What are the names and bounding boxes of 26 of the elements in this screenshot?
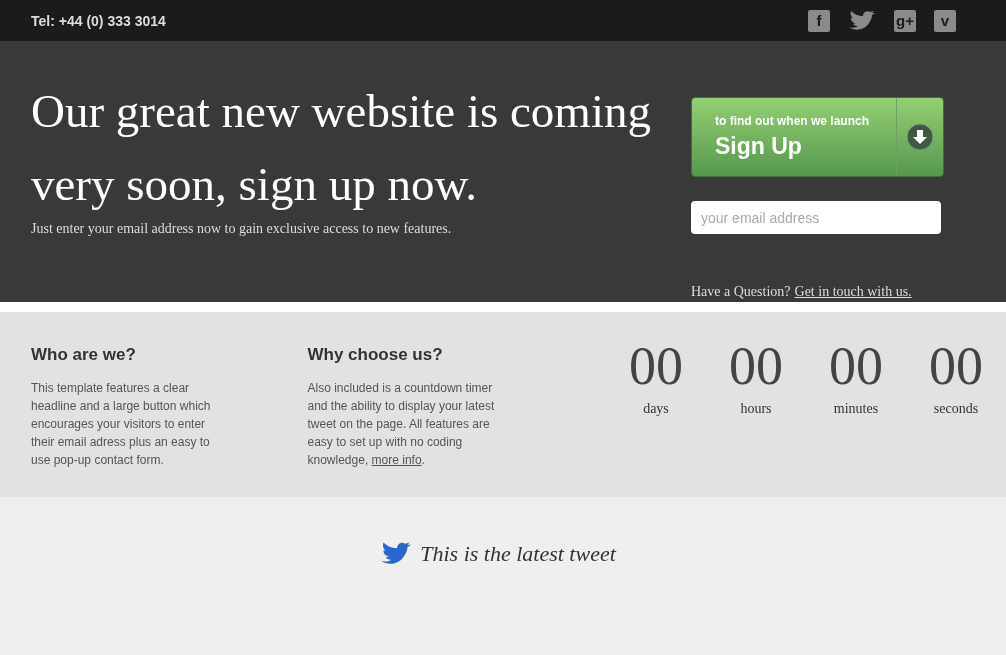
countdown-value: 00: [729, 335, 783, 397]
bird-icon[interactable]: [848, 9, 876, 32]
countdown-value: 00: [829, 335, 883, 397]
section-heading: Who are we?: [31, 345, 137, 365]
question-text: Have a Question?: [691, 284, 791, 300]
section-paragraph: Also included is a countdown timer and the ability to display your latest tweet on the page. All features are easy to set up with no coding knowledge, more info.: [307, 380, 496, 469]
social-icon[interactable]: f: [808, 9, 830, 32]
phone-number: Tel: +44 (0) 333 3014: [31, 12, 166, 29]
section-paragraph: This template features a clear headline and a large button which encourages your visitors to enter their email adress plus an easy to use pop-up contact form.: [31, 380, 212, 469]
latest-tweet: This is the latest tweet: [420, 541, 616, 567]
contact-link[interactable]: Get in touch with us.: [794, 284, 912, 300]
countdown-unit: hours: [740, 401, 772, 417]
subtitle: Just enter your email address now to gain exclusive access to new features.: [31, 221, 453, 237]
social-icon[interactable]: v: [934, 9, 956, 32]
countdown-unit: seconds: [933, 401, 979, 417]
email-field[interactable]: your email address: [691, 201, 941, 234]
countdown-value: 00: [929, 335, 983, 397]
social-icon[interactable]: g+: [894, 9, 916, 32]
section-heading: Why choose us?: [307, 345, 444, 365]
countdown-unit: minutes: [833, 401, 879, 417]
headline: Our great new website is coming very soon, sign up now.: [31, 84, 652, 212]
countdown-value: 00: [629, 335, 683, 397]
signup-button[interactable]: to find out when we launch Sign Up: [691, 97, 944, 177]
countdown-unit: days: [643, 401, 669, 417]
bird-icon: [380, 541, 413, 567]
more-info-link[interactable]: more info: [371, 453, 422, 467]
